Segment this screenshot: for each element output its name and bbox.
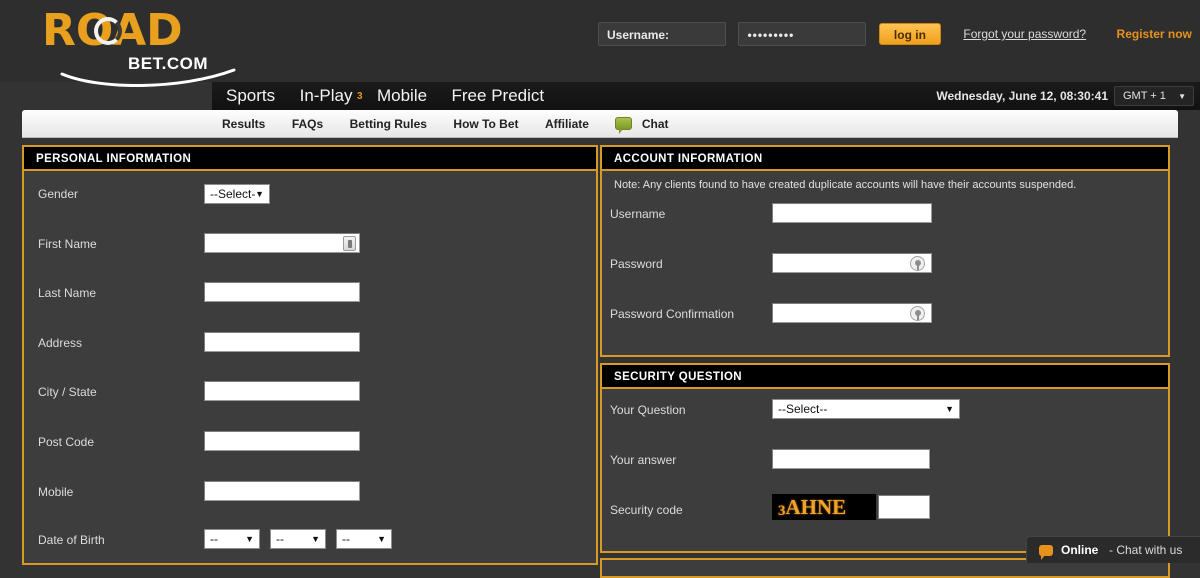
first-name-label: First Name (38, 237, 97, 251)
post-code-input[interactable] (204, 431, 360, 451)
timezone-select[interactable]: GMT + 1 ▼ (1114, 86, 1194, 106)
account-username-input[interactable] (772, 203, 932, 223)
address-label: Address (38, 336, 83, 350)
dob-year-select[interactable]: -- ▼ (336, 529, 392, 549)
security-question-label: Your Question (610, 403, 686, 417)
chat-status-label: Online (1061, 543, 1099, 557)
header-password-input[interactable]: ••••••••• (738, 22, 867, 46)
security-code-input[interactable] (878, 495, 930, 519)
subnav-item-faqs[interactable]: FAQs (292, 110, 323, 138)
chevron-down-icon: ▼ (377, 534, 386, 544)
secondary-navigation: Results FAQs Betting Rules How To Bet Af… (22, 110, 1178, 138)
subnav-item-betting-rules[interactable]: Betting Rules (350, 110, 427, 138)
chat-bubble-icon (615, 117, 633, 135)
last-name-input[interactable] (204, 282, 360, 302)
nav-item-free-predict-label: Free Predict (451, 86, 545, 105)
account-username-label: Username (610, 207, 666, 221)
register-now-link[interactable]: Register now (1117, 27, 1192, 41)
account-password-input[interactable] (772, 253, 932, 273)
security-answer-input[interactable] (772, 449, 930, 469)
chevron-down-icon: ▼ (311, 534, 320, 544)
logo-ring-icon (94, 17, 122, 45)
date-of-birth-label: Date of Birth (38, 533, 105, 547)
dob-day-select[interactable]: -- ▼ (204, 529, 260, 549)
subnav-item-results[interactable]: Results (222, 110, 265, 138)
address-input[interactable] (204, 332, 360, 352)
dob-month-select[interactable]: -- ▼ (270, 529, 326, 549)
subnav-item-how-to-bet[interactable]: How To Bet (453, 110, 518, 138)
security-answer-label: Your answer (610, 453, 677, 467)
nav-item-in-play-label: In-Play (299, 86, 353, 105)
first-name-input[interactable] (204, 233, 360, 253)
dob-day-value: -- (210, 532, 218, 546)
account-password-label: Password (610, 257, 663, 271)
duplicate-account-note: Note: Any clients found to have created … (614, 179, 1077, 191)
server-datetime: Wednesday, June 12, 08:30:41 (936, 89, 1108, 103)
header-username-input[interactable]: Username: (598, 22, 726, 46)
gender-label: Gender (38, 187, 79, 201)
security-question-select[interactable]: --Select-- ▼ (772, 399, 960, 419)
main-navigation: Sports In-Play 3 Mobile Free Predict Wed… (212, 82, 1200, 110)
chevron-down-icon: ▼ (255, 189, 264, 199)
post-code-label: Post Code (38, 435, 95, 449)
chevron-down-icon: ▼ (1178, 92, 1186, 101)
subnav-item-chat[interactable]: Chat (615, 110, 669, 138)
password-reveal-icon[interactable] (910, 256, 925, 271)
password-confirm-reveal-icon[interactable] (910, 306, 925, 321)
captcha-letters: AHNE (785, 495, 847, 519)
dob-month-value: -- (276, 532, 284, 546)
gender-select[interactable]: --Select- ▼ (204, 184, 270, 204)
login-button[interactable]: log in (878, 23, 941, 45)
captcha-image: 3AHNE (772, 494, 876, 520)
nav-item-mobile[interactable]: Mobile (377, 82, 427, 110)
personal-information-panel: PERSONAL INFORMATION Gender --Select- ▼ … (22, 145, 598, 565)
account-information-panel: ACCOUNT INFORMATION Note: Any clients fo… (600, 145, 1170, 357)
forgot-password-link[interactable]: Forgot your password? (963, 27, 1086, 41)
logo-swoosh-icon (60, 68, 236, 90)
chat-bubble-icon (1039, 545, 1053, 560)
subnav-item-affiliate[interactable]: Affiliate (545, 110, 589, 138)
mobile-label: Mobile (38, 485, 74, 499)
mobile-input[interactable] (204, 481, 360, 501)
login-area: Username: ••••••••• log in Forgot your p… (598, 22, 1192, 50)
live-chat-widget[interactable]: Online - Chat with us (1026, 536, 1200, 563)
chat-widget-label: - Chat with us (1109, 543, 1183, 557)
chevron-down-icon: ▼ (245, 534, 254, 544)
nav-item-sports[interactable]: Sports (226, 82, 275, 110)
captcha-digit: 3 (778, 503, 786, 519)
nav-item-mobile-label: Mobile (376, 86, 428, 105)
security-question-panel: SECURITY QUESTION Your Question --Select… (600, 363, 1170, 553)
captcha-text: 3AHNE (778, 495, 846, 520)
site-logo[interactable]: ROAD BET.COM (36, 6, 236, 90)
security-question-title: SECURITY QUESTION (602, 365, 1168, 389)
nav-item-in-play-badge: 3 (356, 91, 363, 102)
dob-year-value: -- (342, 532, 350, 546)
nav-item-free-predict[interactable]: Free Predict (452, 82, 545, 110)
last-name-label: Last Name (38, 286, 97, 300)
city-state-label: City / State (38, 385, 97, 399)
security-question-value: --Select-- (778, 402, 828, 416)
subnav-chat-label: Chat (641, 116, 669, 131)
gender-select-value: --Select- (210, 187, 256, 201)
nav-item-sports-label: Sports (226, 86, 276, 105)
first-name-hint-icon (343, 236, 356, 251)
account-password-confirm-input[interactable] (772, 303, 932, 323)
account-information-title: ACCOUNT INFORMATION (602, 147, 1168, 171)
city-state-input[interactable] (204, 381, 360, 401)
timezone-value: GMT + 1 (1123, 90, 1166, 102)
chevron-down-icon: ▼ (945, 404, 954, 414)
nav-item-in-play[interactable]: In-Play 3 (299, 82, 363, 110)
personal-information-title: PERSONAL INFORMATION (24, 147, 596, 171)
site-header: ROAD BET.COM Username: ••••••••• log in … (0, 0, 1200, 87)
security-code-label: Security code (610, 503, 683, 517)
account-password-confirm-label: Password Confirmation (610, 307, 735, 321)
